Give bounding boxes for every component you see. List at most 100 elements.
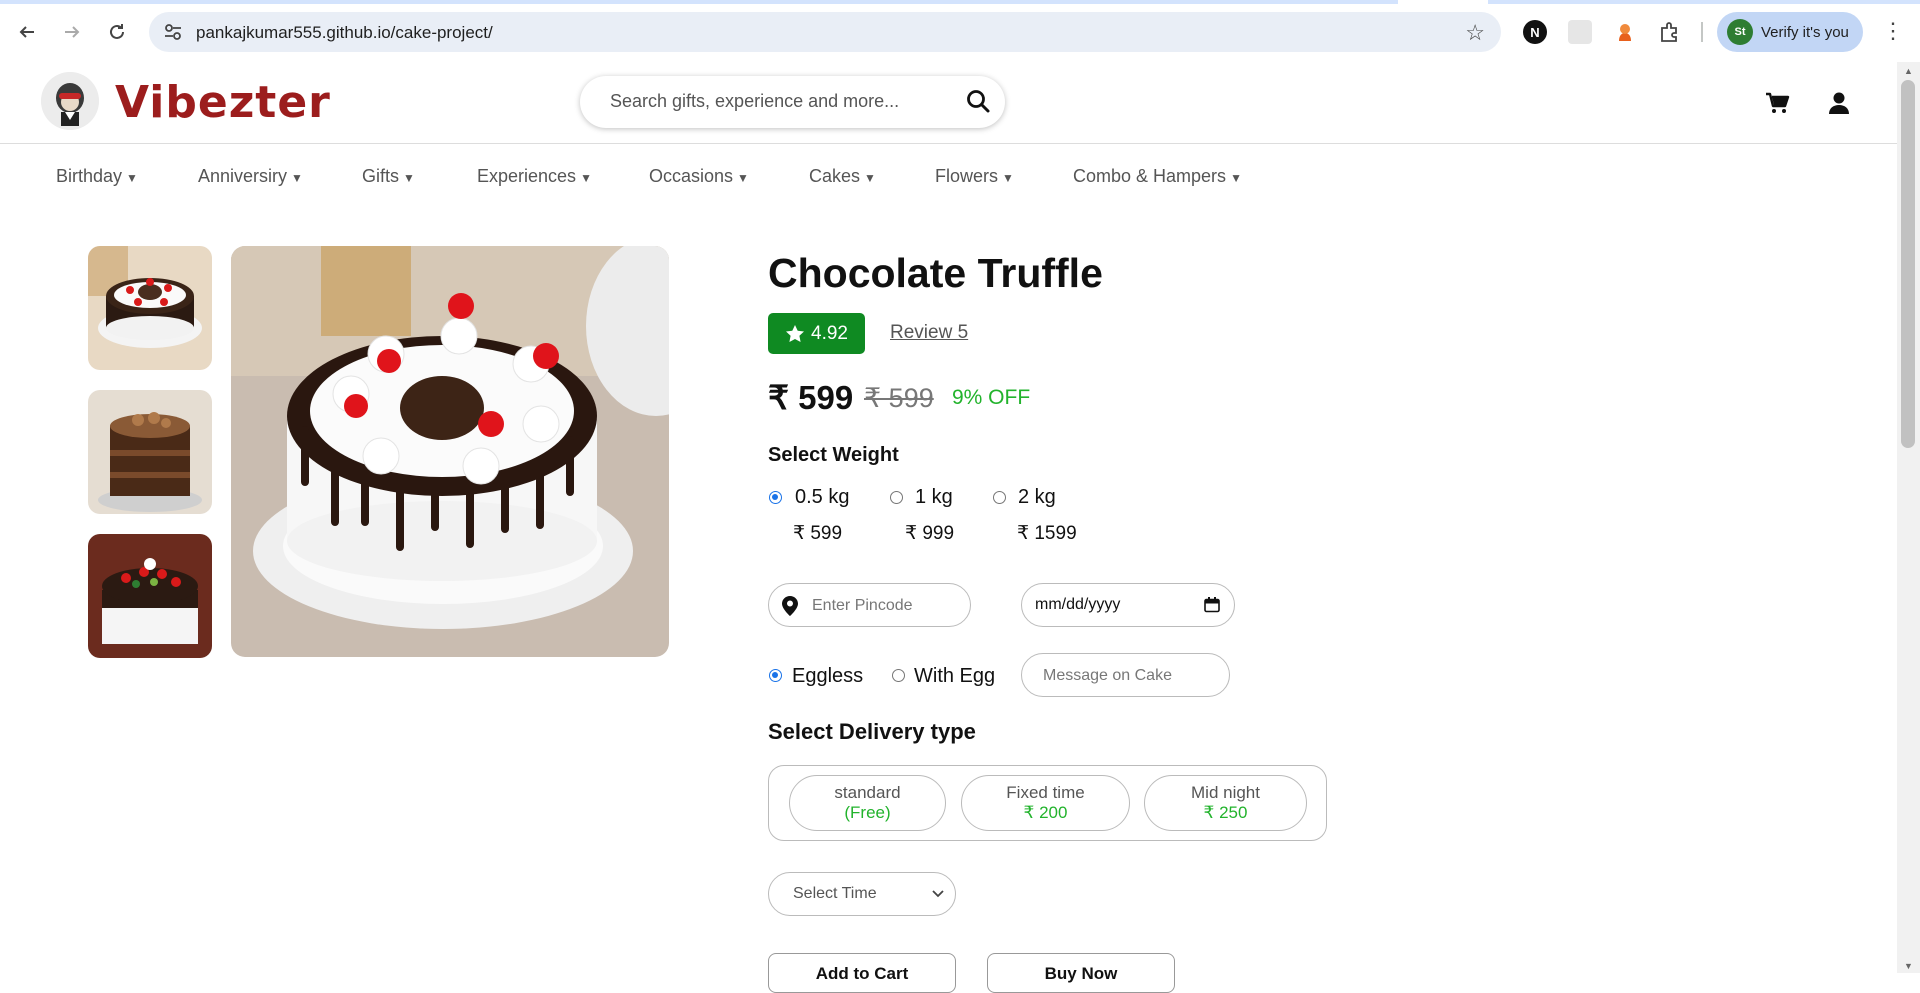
delivery-option-name: Fixed time — [1006, 783, 1085, 802]
page-scrollbar[interactable]: ▲ ▼ — [1897, 62, 1920, 973]
extension-orange-icon[interactable] — [1613, 20, 1637, 44]
buy-now-label: Buy Now — [1044, 964, 1118, 983]
add-to-cart-button[interactable]: Add to Cart — [768, 953, 956, 993]
eggless-radio[interactable] — [769, 669, 782, 682]
with-egg-radio[interactable] — [892, 669, 905, 682]
tab-strip — [0, 0, 1920, 4]
product-thumbnail-2[interactable] — [88, 390, 212, 514]
arrow-right-icon — [65, 26, 80, 38]
reload-icon — [110, 24, 124, 39]
select-time-dropdown[interactable]: Select Time — [768, 872, 956, 916]
delivery-date-field[interactable]: mm/dd/yyyy — [1021, 583, 1235, 627]
nav-item-combo-hampers[interactable]: Combo & Hampers ▼ — [1073, 166, 1242, 187]
nav-item-experiences[interactable]: Experiences ▼ — [477, 166, 592, 187]
delivery-option-mid-night[interactable]: Mid night ₹ 250 — [1144, 775, 1307, 831]
delivery-option-fee: (Free) — [844, 803, 891, 822]
reload-button[interactable] — [101, 16, 133, 48]
nav-item-birthday[interactable]: Birthday ▼ — [56, 166, 138, 187]
product-main-image[interactable] — [231, 246, 669, 657]
nav-item-label: Gifts — [362, 166, 400, 186]
current-price: ₹ 599 — [768, 379, 854, 416]
nav-item-label: Combo & Hampers — [1073, 166, 1227, 186]
weight-radio-2kg[interactable] — [993, 491, 1006, 504]
message-on-cake-input[interactable] — [1041, 666, 1225, 686]
delivery-option-fee: ₹ 250 — [1203, 803, 1248, 822]
scroll-down-arrow-icon[interactable]: ▼ — [1904, 961, 1913, 971]
site-settings-icon[interactable] — [163, 22, 183, 42]
caret-down-icon: ▼ — [1230, 171, 1242, 185]
scroll-up-arrow-icon[interactable]: ▲ — [1904, 66, 1913, 76]
delivery-option-fixed-time[interactable]: Fixed time ₹ 200 — [961, 775, 1130, 831]
search-input[interactable] — [608, 90, 942, 113]
nav-item-occasions[interactable]: Occasions ▼ — [649, 166, 749, 187]
star-icon — [786, 324, 804, 342]
bookmark-star-icon[interactable]: ☆ — [1465, 20, 1485, 46]
product-title: Chocolate Truffle — [768, 250, 1103, 296]
rating-badge: 4.92 — [768, 313, 865, 354]
discount-label: 9% OFF — [952, 386, 1031, 409]
caret-down-icon: ▼ — [126, 171, 138, 185]
nav-item-cakes[interactable]: Cakes ▼ — [809, 166, 876, 187]
brand-logo-icon[interactable] — [41, 72, 99, 130]
user-account-icon[interactable] — [1826, 90, 1852, 116]
weight-radio-1kg[interactable] — [890, 491, 903, 504]
nav-item-label: Flowers — [935, 166, 999, 186]
delivery-option-fee: ₹ 200 — [1023, 803, 1068, 822]
scrollbar-thumb[interactable] — [1901, 80, 1915, 448]
verify-profile-button[interactable]: St Verify it's you — [1717, 12, 1863, 52]
nav-item-gifts[interactable]: Gifts ▼ — [362, 166, 415, 187]
weight-radio-0-5kg[interactable] — [769, 491, 782, 504]
calendar-icon[interactable] — [1204, 597, 1220, 613]
extensions-puzzle-icon[interactable] — [1658, 20, 1682, 44]
message-field — [1021, 653, 1230, 697]
nav-item-flowers[interactable]: Flowers ▼ — [935, 166, 1014, 187]
caret-down-icon: ▼ — [403, 171, 415, 185]
delivery-option-name: standard — [834, 783, 901, 802]
extension-n-icon[interactable]: N — [1523, 20, 1547, 44]
buy-now-button[interactable]: Buy Now — [987, 953, 1175, 993]
search-box — [580, 76, 1005, 128]
caret-down-icon: ▼ — [737, 171, 749, 185]
profile-badge-initials: St — [1734, 26, 1746, 38]
browser-toolbar: pankajkumar555.github.io/cake-project/ ☆… — [0, 0, 1920, 63]
url-text[interactable]: pankajkumar555.github.io/cake-project/ — [196, 23, 493, 43]
weight-label: 0.5 kg — [795, 486, 850, 508]
site-header: Vibezter — [0, 62, 1897, 144]
extension-n-label: N — [1530, 24, 1540, 40]
forward-button[interactable] — [56, 16, 88, 48]
weight-price: ₹ 999 — [905, 523, 955, 544]
weight-label: 2 kg — [1018, 486, 1056, 508]
delivery-option-name: Mid night — [1191, 783, 1260, 802]
chevron-down-icon — [932, 890, 944, 898]
delivery-option-standard[interactable]: standard (Free) — [789, 775, 946, 831]
review-link[interactable]: Review 5 — [890, 322, 968, 344]
verify-label: Verify it's you — [1761, 23, 1849, 41]
weight-price: ₹ 599 — [793, 523, 843, 544]
select-weight-heading: Select Weight — [768, 444, 899, 466]
toolbar-divider — [1701, 22, 1703, 42]
brand-name[interactable]: Vibezter — [115, 77, 331, 128]
location-pin-icon — [782, 596, 798, 616]
with-egg-label: With Egg — [914, 665, 996, 687]
nav-item-label: Occasions — [649, 166, 734, 186]
select-time-value: Select Time — [793, 885, 877, 902]
cart-icon[interactable] — [1764, 90, 1790, 116]
arrow-left-icon — [19, 26, 34, 38]
extension-grey-icon[interactable] — [1568, 20, 1592, 44]
product-thumbnail-3[interactable] — [88, 534, 212, 658]
product-thumbnail-1[interactable] — [88, 246, 212, 370]
pincode-input[interactable] — [810, 596, 964, 616]
pincode-field — [768, 583, 971, 627]
nav-item-anniversiry[interactable]: Anniversiry ▼ — [198, 166, 303, 187]
browser-menu-icon[interactable]: ⋮ — [1882, 18, 1904, 44]
delivery-type-heading: Select Delivery type — [768, 719, 976, 744]
weight-label: 1 kg — [915, 486, 953, 508]
address-bar[interactable]: pankajkumar555.github.io/cake-project/ ☆ — [149, 12, 1501, 52]
eggless-label: Eggless — [792, 665, 864, 687]
back-button[interactable] — [11, 16, 43, 48]
nav-item-label: Birthday — [56, 166, 123, 186]
profile-badge-icon: St — [1727, 19, 1753, 45]
nav-item-label: Anniversiry — [198, 166, 288, 186]
search-icon[interactable] — [965, 88, 991, 114]
caret-down-icon: ▼ — [580, 171, 592, 185]
